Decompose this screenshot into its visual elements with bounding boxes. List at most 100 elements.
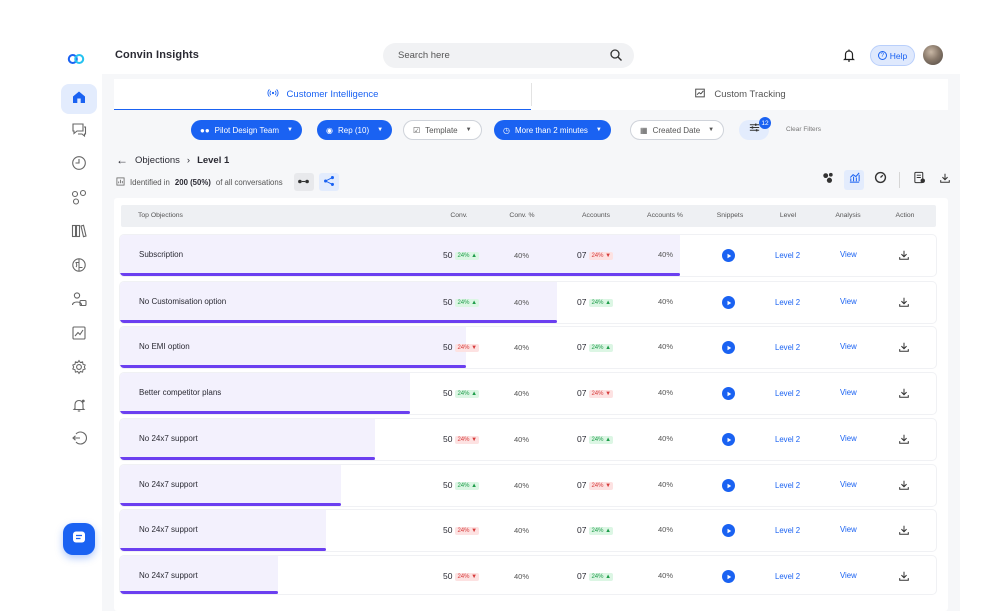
download-icon[interactable] xyxy=(898,340,910,352)
objection-name[interactable]: No 24x7 support xyxy=(139,571,198,580)
objection-name[interactable]: No EMI option xyxy=(139,342,190,351)
view-analysis-link[interactable]: View xyxy=(840,525,857,534)
table-row[interactable]: Better competitor plans 50 24% ▲ 40% 07 24% ▼… xyxy=(120,373,936,414)
back-arrow-icon[interactable]: ← xyxy=(116,153,128,167)
toolbar-divider xyxy=(899,172,900,188)
accounts-value: 07 xyxy=(577,297,587,307)
sidebar-item-notifications[interactable] xyxy=(61,392,97,422)
sidebar-item-history[interactable] xyxy=(61,150,97,180)
sidebar-item-team[interactable] xyxy=(61,286,97,316)
level-link[interactable]: Level 2 xyxy=(775,343,800,352)
objection-name[interactable]: Better competitor plans xyxy=(139,388,221,397)
table-header: Top Objections Conv. Conv. % Accounts Ac… xyxy=(121,205,936,227)
level-link[interactable]: Level 2 xyxy=(775,389,800,398)
view-analysis-link[interactable]: View xyxy=(840,342,857,351)
sidebar-item-topics[interactable] xyxy=(61,184,97,214)
objection-name[interactable]: No 24x7 support xyxy=(139,480,198,489)
table-row[interactable]: Subscription 50 24% ▲ 40% 07 24% ▼ 40% Level 2 V… xyxy=(120,235,936,276)
table-row[interactable]: No Customisation option 50 24% ▲ 40% 07 24% ▲… xyxy=(120,282,936,323)
date-filter[interactable]: ▦ Created Date ▼ xyxy=(630,120,725,140)
objection-name[interactable]: No 24x7 support xyxy=(139,434,198,443)
col-header-name[interactable]: Top Objections xyxy=(138,212,183,219)
tree-view-button[interactable] xyxy=(318,173,339,191)
gauge-view-button[interactable] xyxy=(870,170,890,190)
duration-filter[interactable]: ◷ More than 2 minutes ▼ xyxy=(494,120,611,140)
table-row[interactable]: No 24x7 support 50 24% ▼ 40% 07 24% ▲ 40% Level… xyxy=(120,510,936,551)
play-snippet-button[interactable] xyxy=(722,249,735,262)
home-icon xyxy=(70,88,88,111)
sidebar-item-library[interactable] xyxy=(61,218,97,248)
template-filter[interactable]: ☑ Template ▼ xyxy=(403,120,482,140)
view-analysis-link[interactable]: View xyxy=(840,297,857,306)
convin-logo[interactable] xyxy=(67,50,95,68)
objection-name[interactable]: Subscription xyxy=(139,250,183,259)
tab-customer-intelligence[interactable]: Customer Intelligence xyxy=(114,79,531,110)
linear-view-button[interactable] xyxy=(293,173,314,191)
download-icon[interactable] xyxy=(898,295,910,307)
play-snippet-button[interactable] xyxy=(722,524,735,537)
filter-bar: ●● Pilot Design Team ▼ ◉ Rep (10) ▼ ☑ Te… xyxy=(102,117,960,142)
play-snippet-button[interactable] xyxy=(722,341,735,354)
accounts-change-value: 24% xyxy=(591,253,604,259)
breadcrumb-parent[interactable]: Objections xyxy=(135,155,180,166)
col-header-accounts-pct[interactable]: Accounts % xyxy=(647,212,683,219)
search-input[interactable]: Search here xyxy=(383,43,634,68)
view-analysis-link[interactable]: View xyxy=(840,388,857,397)
play-snippet-button[interactable] xyxy=(722,433,735,446)
objection-name[interactable]: No 24x7 support xyxy=(139,525,198,534)
sidebar-item-home[interactable] xyxy=(61,84,97,114)
view-analysis-link[interactable]: View xyxy=(840,250,857,259)
help-button[interactable]: ? Help xyxy=(870,45,915,66)
sidebar-item-ai[interactable] xyxy=(61,252,97,282)
sidebar-item-logout[interactable] xyxy=(61,425,97,455)
download-all-button[interactable] xyxy=(935,170,955,190)
download-icon[interactable] xyxy=(898,523,910,535)
table-row[interactable]: No 24x7 support 50 24% ▼ 40% 07 24% ▲ 40% Level… xyxy=(120,556,936,594)
accounts-cell: 07 24% ▲ xyxy=(577,525,614,535)
level-link[interactable]: Level 2 xyxy=(775,572,800,581)
view-analysis-link[interactable]: View xyxy=(840,480,857,489)
play-snippet-button[interactable] xyxy=(722,479,735,492)
download-icon[interactable] xyxy=(898,569,910,581)
view-analysis-link[interactable]: View xyxy=(840,434,857,443)
tab-custom-tracking[interactable]: Custom Tracking xyxy=(532,79,948,110)
sidebar-item-conversations[interactable] xyxy=(61,116,97,146)
duration-filter-label: More than 2 minutes xyxy=(514,125,588,135)
accounts-change-badge: 24% ▼ xyxy=(589,252,614,260)
download-icon[interactable] xyxy=(898,432,910,444)
support-chat-button[interactable] xyxy=(63,523,95,555)
avatar[interactable] xyxy=(923,45,943,65)
play-snippet-button[interactable] xyxy=(722,387,735,400)
rep-filter[interactable]: ◉ Rep (10) ▼ xyxy=(317,120,393,140)
level-link[interactable]: Level 2 xyxy=(775,526,800,535)
play-snippet-button[interactable] xyxy=(722,296,735,309)
team-filter[interactable]: ●● Pilot Design Team ▼ xyxy=(191,120,302,140)
download-icon[interactable] xyxy=(898,478,910,490)
table-row[interactable]: No 24x7 support 50 24% ▼ 40% 07 24% ▲ 40% Level… xyxy=(120,419,936,460)
table-row[interactable]: No EMI option 50 24% ▼ 40% 07 24% ▲ 40% Level 2… xyxy=(120,327,936,368)
objection-name[interactable]: No Customisation option xyxy=(139,297,226,306)
level-link[interactable]: Level 2 xyxy=(775,481,800,490)
col-header-conv-pct[interactable]: Conv. % xyxy=(509,212,534,219)
bubble-view-button[interactable] xyxy=(818,170,838,190)
accounts-change-value: 24% xyxy=(591,391,604,397)
level-link[interactable]: Level 2 xyxy=(775,435,800,444)
clear-filters-link[interactable]: Clear Filters xyxy=(786,126,821,133)
view-analysis-link[interactable]: View xyxy=(840,571,857,580)
report-button[interactable] xyxy=(909,170,929,190)
table-row[interactable]: No 24x7 support 50 24% ▲ 40% 07 24% ▼ 40% Level… xyxy=(120,465,936,506)
level-link[interactable]: Level 2 xyxy=(775,298,800,307)
sidebar-item-analytics[interactable] xyxy=(61,320,97,350)
col-header-accounts[interactable]: Accounts xyxy=(582,212,610,219)
level-link[interactable]: Level 2 xyxy=(775,251,800,260)
search-icon[interactable] xyxy=(609,48,623,62)
bell-icon[interactable] xyxy=(841,47,857,63)
help-label: Help xyxy=(889,50,908,61)
chevron-down-icon: ▼ xyxy=(377,127,384,133)
sidebar-item-settings[interactable] xyxy=(61,354,97,384)
download-icon[interactable] xyxy=(898,248,910,260)
trend-view-button[interactable] xyxy=(844,170,864,190)
download-icon[interactable] xyxy=(898,386,910,398)
col-header-conv[interactable]: Conv. xyxy=(450,212,467,219)
play-snippet-button[interactable] xyxy=(722,570,735,583)
